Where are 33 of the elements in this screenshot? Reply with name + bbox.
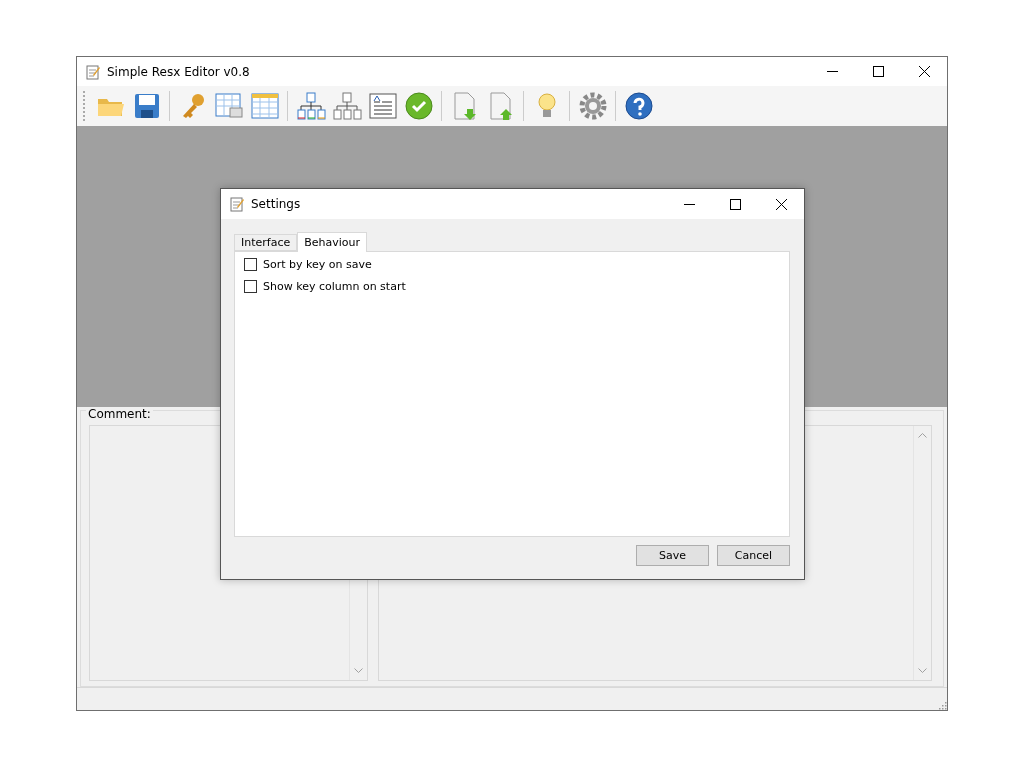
save-button[interactable]: Save xyxy=(636,545,709,566)
checkbox[interactable] xyxy=(244,280,257,293)
scroll-up-icon xyxy=(918,432,927,438)
window-title: Simple Resx Editor v0.8 xyxy=(107,64,251,79)
hierarchy-icon xyxy=(331,91,362,121)
checkmark-button[interactable] xyxy=(402,89,435,123)
maximize-icon xyxy=(872,66,884,77)
hierarchy-color-icon xyxy=(295,91,326,121)
help-icon xyxy=(623,91,654,121)
scroll-down-icon xyxy=(918,668,927,674)
resize-grip-icon[interactable] xyxy=(937,700,947,710)
notepad-icon xyxy=(229,196,245,212)
table-icon xyxy=(249,91,280,121)
tab[interactable]: Behaviour xyxy=(297,232,368,252)
checkbox[interactable] xyxy=(244,258,257,271)
checkbox-label: Sort by key on save xyxy=(263,258,372,271)
settings-icon xyxy=(577,91,608,121)
comment-label: Comment: xyxy=(86,407,153,421)
checkbox-label: Show key column on start xyxy=(263,280,406,293)
notepad-icon xyxy=(85,63,101,80)
cancel-button[interactable]: Cancel xyxy=(717,545,790,566)
tab[interactable]: Interface xyxy=(234,234,298,251)
scroll-down-icon xyxy=(354,668,363,674)
dialog-title: Settings xyxy=(251,197,302,211)
text-document-icon xyxy=(367,91,398,121)
checkmark-icon xyxy=(403,91,434,121)
hierarchy-color-button[interactable] xyxy=(294,89,327,123)
help-button[interactable] xyxy=(622,89,655,123)
table-comment-icon xyxy=(213,91,244,121)
maximize-icon xyxy=(729,198,741,210)
close-icon xyxy=(918,66,930,77)
hierarchy-button[interactable] xyxy=(330,89,363,123)
close-icon xyxy=(775,198,787,210)
